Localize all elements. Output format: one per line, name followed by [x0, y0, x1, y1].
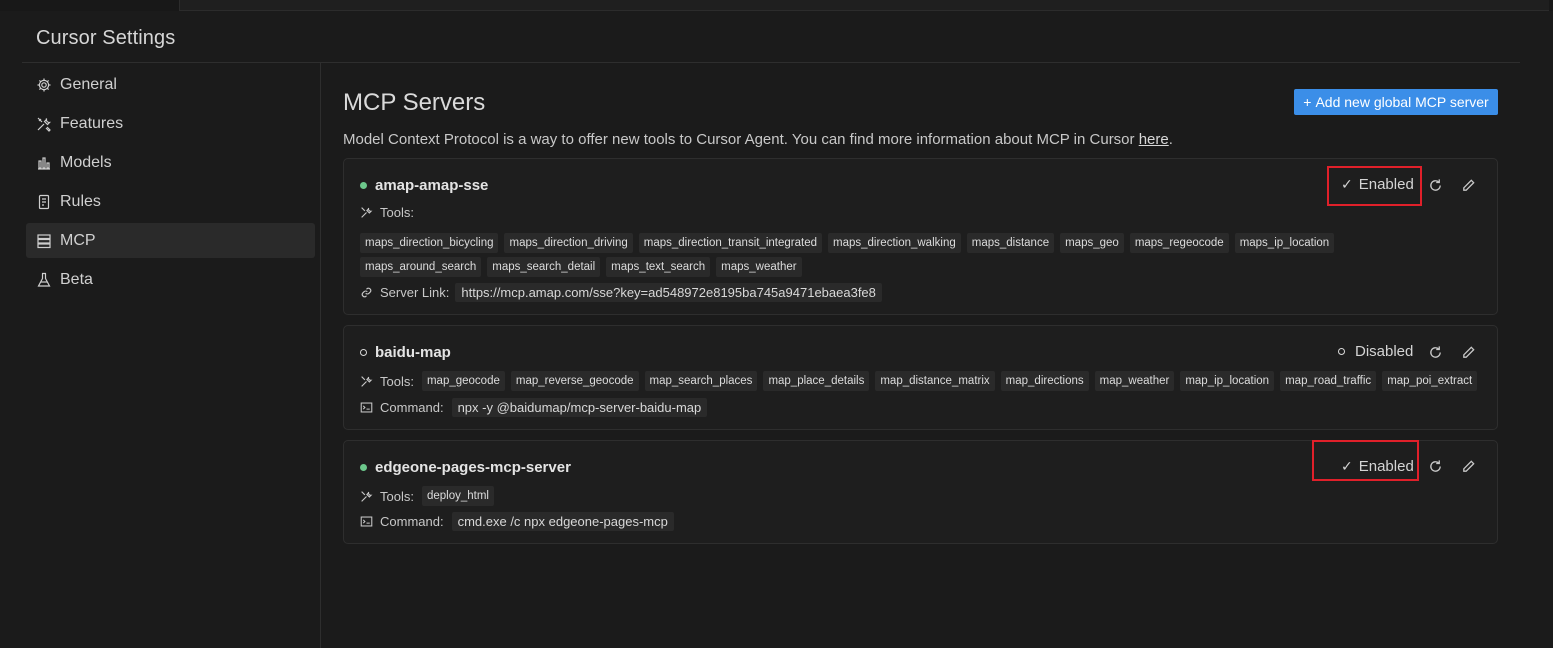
description-text: Model Context Protocol is a way to offer…: [343, 131, 1139, 148]
server-icon: [36, 233, 52, 249]
command-row: Command: cmd.exe /c npx edgeone-pages-mc…: [360, 512, 674, 531]
server-name-text: amap-amap-sse: [375, 177, 489, 194]
command-row: Command: npx -y @baidumap/mcp-server-bai…: [360, 398, 708, 417]
command-value: cmd.exe /c npx edgeone-pages-mcp: [451, 512, 674, 531]
server-name-text: edgeone-pages-mcp-server: [375, 459, 571, 476]
section-description: Model Context Protocol is a way to offer…: [343, 131, 1173, 148]
top-bar: [0, 0, 1553, 11]
pencil-icon[interactable]: [1459, 343, 1477, 361]
tool-chip: maps_distance: [966, 233, 1055, 253]
tool-chip: maps_regeocode: [1129, 233, 1229, 253]
sidebar-item-models[interactable]: Models: [26, 145, 315, 180]
tool-chip: deploy_html: [421, 486, 494, 506]
tool-chip: maps_ip_location: [1234, 233, 1335, 253]
tool-chip: maps_geo: [1060, 233, 1124, 253]
tool-chip: map_ip_location: [1180, 371, 1275, 391]
status-circle-icon: [1338, 348, 1345, 355]
tools-icon: [360, 375, 373, 388]
server-name: amap-amap-sse: [360, 177, 488, 194]
add-button-label: Add new global MCP server: [1315, 94, 1489, 110]
pencil-icon[interactable]: [1459, 176, 1477, 194]
tool-chip: map_directions: [1000, 371, 1089, 391]
server-link-value: https://mcp.amap.com/sse?key=ad548972e81…: [455, 283, 882, 302]
highlight-box: [1312, 440, 1419, 481]
status-dot: [360, 349, 367, 356]
tool-chip: map_distance_matrix: [875, 371, 995, 391]
tool-chip: map_search_places: [644, 371, 758, 391]
tools-icon: [360, 490, 373, 503]
tools-icon: [360, 206, 373, 219]
mcp-server-card: baidu-map Disabled Tools: map_geocode ma…: [343, 325, 1498, 430]
page-title: Cursor Settings: [36, 27, 176, 49]
server-name: edgeone-pages-mcp-server: [360, 459, 571, 476]
description-end: .: [1168, 131, 1173, 148]
disabled-toggle[interactable]: Disabled: [1338, 343, 1413, 360]
command-value: npx -y @baidumap/mcp-server-baidu-map: [451, 398, 708, 417]
tool-chip: map_reverse_geocode: [510, 371, 639, 391]
tool-chip: map_poi_extract: [1382, 371, 1478, 391]
tool-chip: maps_weather: [716, 257, 802, 277]
bar-chart-icon: [36, 155, 52, 171]
sidebar-item-rules[interactable]: Rules: [26, 184, 315, 219]
tool-chip: maps_text_search: [606, 257, 711, 277]
sidebar-item-mcp[interactable]: MCP: [26, 223, 315, 258]
pencil-icon[interactable]: [1459, 457, 1477, 475]
sidebar-item-general[interactable]: General: [26, 67, 315, 102]
sidebar-item-label: Models: [60, 153, 112, 171]
mcp-docs-link[interactable]: here: [1139, 131, 1169, 148]
mcp-server-card: amap-amap-sse ✓ Enabled Tools: maps_dire…: [343, 158, 1498, 315]
add-global-mcp-server-button[interactable]: + Add new global MCP server: [1294, 89, 1498, 115]
sidebar-item-label: MCP: [60, 231, 96, 249]
status-label: Disabled: [1355, 343, 1414, 360]
tool-list: maps_direction_bicycling maps_direction_…: [360, 233, 1440, 277]
tool-list: map_geocode map_reverse_geocode map_sear…: [421, 371, 1478, 391]
server-link-row: Server Link: https://mcp.amap.com/sse?ke…: [360, 283, 882, 302]
status-dot: [360, 464, 367, 471]
server-name: baidu-map: [360, 344, 451, 361]
refresh-icon[interactable]: [1426, 457, 1444, 475]
sidebar-item-label: General: [60, 75, 117, 93]
highlight-box: [1327, 166, 1422, 206]
plus-icon: +: [1303, 94, 1312, 110]
tools-row: Tools: map_geocode map_reverse_geocode m…: [360, 371, 1478, 391]
sidebar-item-beta[interactable]: Beta: [26, 262, 315, 297]
tool-chip: map_weather: [1094, 371, 1175, 391]
tool-chip: maps_search_detail: [487, 257, 601, 277]
tool-chip: maps_direction_driving: [504, 233, 633, 253]
sidebar-item-label: Rules: [60, 192, 101, 210]
document-icon: [36, 194, 52, 210]
mcp-server-card: edgeone-pages-mcp-server ✓ Enabled Tools…: [343, 440, 1498, 544]
sidebar-item-features[interactable]: Features: [26, 106, 315, 141]
refresh-icon[interactable]: [1426, 176, 1444, 194]
terminal-icon: [360, 515, 373, 528]
tool-chip: maps_direction_transit_integrated: [638, 233, 822, 253]
terminal-icon: [360, 401, 373, 414]
sidebar-divider: [320, 63, 321, 648]
refresh-icon[interactable]: [1426, 343, 1444, 361]
tools-row: Tools: deploy_html: [360, 486, 494, 506]
tool-chip: maps_around_search: [360, 257, 482, 277]
tool-chip: map_place_details: [763, 371, 870, 391]
flask-icon: [36, 272, 52, 288]
sidebar: General Features Models Rules MCP Beta: [26, 67, 315, 301]
header-divider: [22, 62, 1520, 63]
gear-icon: [36, 77, 52, 93]
editor-tab-strip: [179, 0, 1549, 11]
tool-chip: map_road_traffic: [1280, 371, 1377, 391]
tools-row-label: Tools:: [360, 205, 414, 220]
tool-chip: map_geocode: [421, 371, 505, 391]
section-title: MCP Servers: [343, 89, 486, 116]
tool-chip: maps_direction_walking: [828, 233, 961, 253]
link-icon: [360, 286, 373, 299]
server-name-text: baidu-map: [375, 344, 451, 361]
status-dot: [360, 182, 367, 189]
sidebar-item-label: Beta: [60, 270, 93, 288]
sidebar-item-label: Features: [60, 114, 124, 132]
tool-chip: maps_direction_bicycling: [360, 233, 499, 253]
tools-icon: [36, 116, 52, 132]
